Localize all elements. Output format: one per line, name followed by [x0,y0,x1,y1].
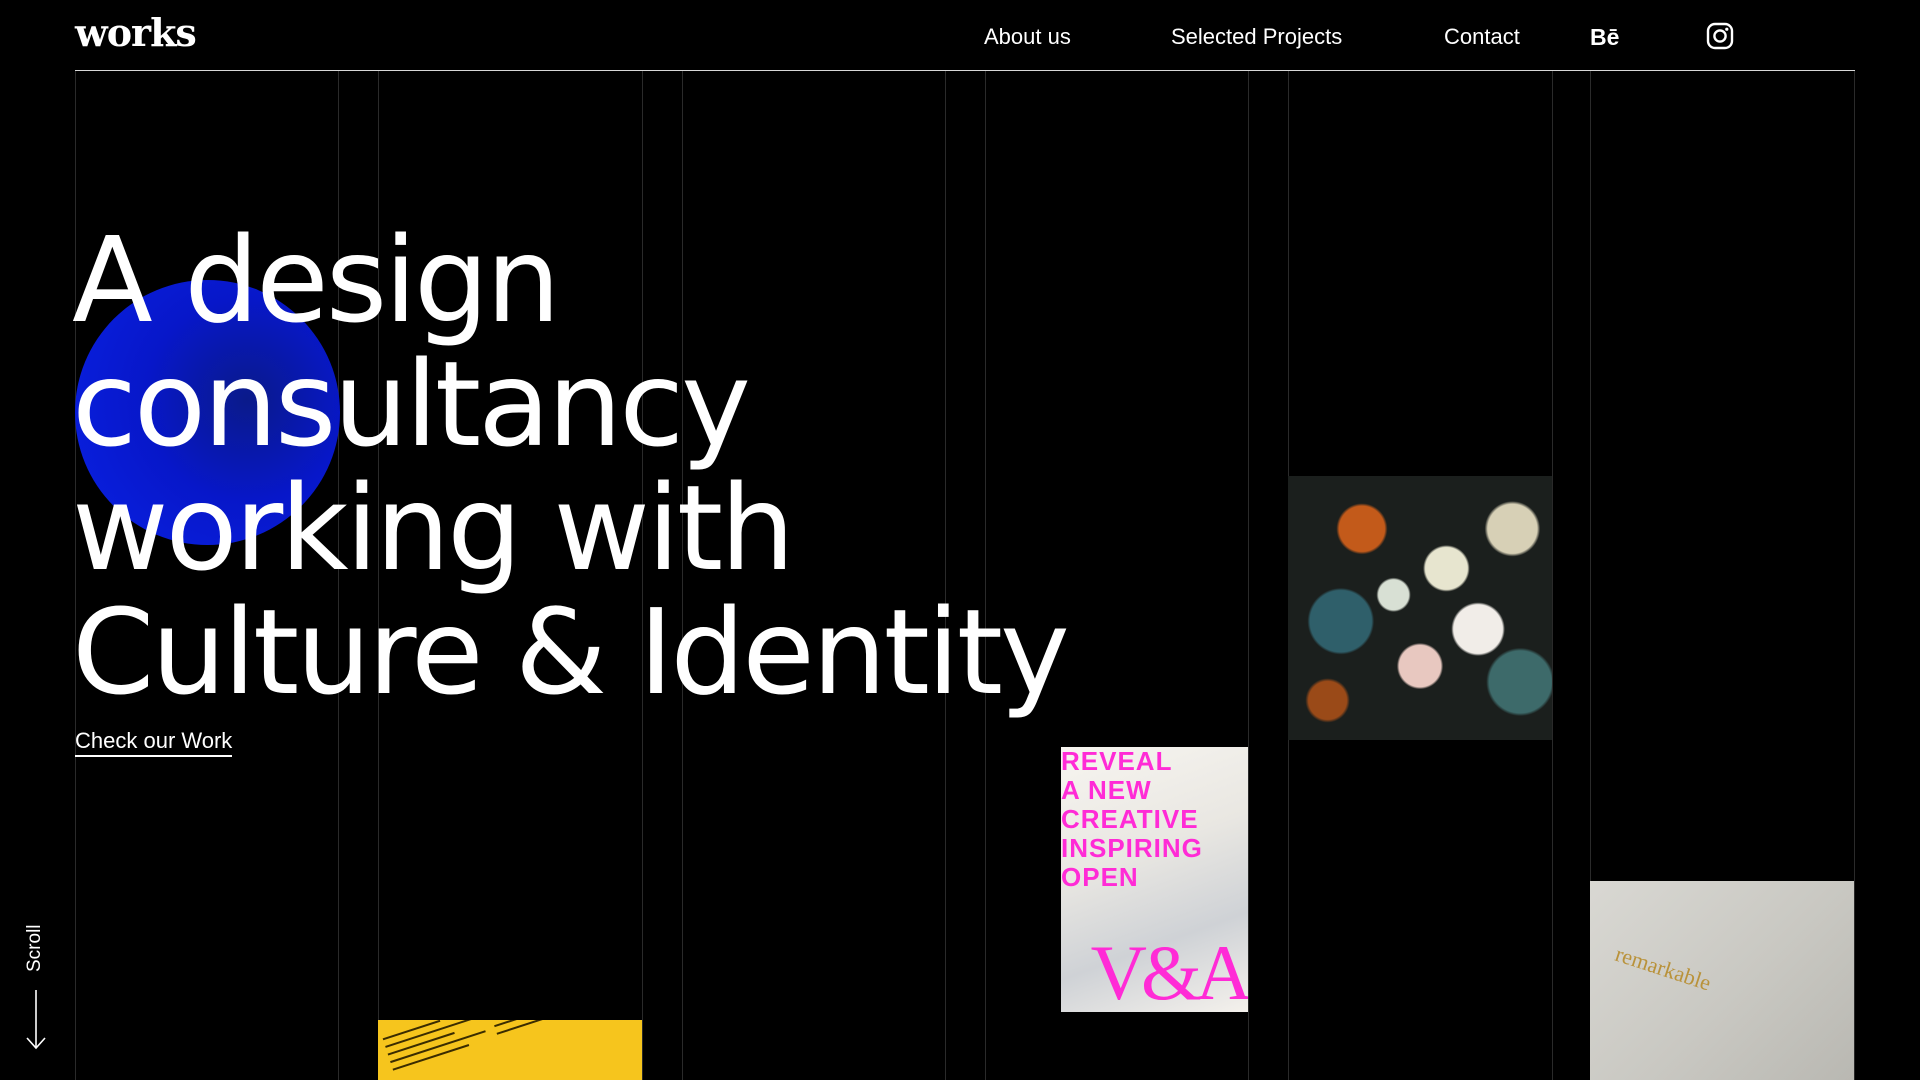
va-poster-line: INSPIRING [1061,833,1203,863]
project-thumbnail-va[interactable]: REVEAL A NEW CREATIVE INSPIRING OPEN V&A [1061,747,1248,1012]
grid-line [1854,71,1855,1080]
instagram-icon[interactable] [1706,22,1734,50]
behance-icon[interactable]: Bē [1590,24,1619,51]
headline-line: consultancy [72,335,751,473]
headline-line: Culture & Identity [72,583,1070,721]
va-poster-line: CREATIVE [1061,804,1199,834]
grid-line [1552,71,1553,1080]
va-poster-line: A NEW [1061,775,1152,805]
remark-emboss-text: remarkable [1612,941,1715,996]
nav-contact[interactable]: Contact [1444,24,1520,50]
project-thumbnail-yellow[interactable] [378,1020,642,1080]
project-thumbnail-remark[interactable]: remarkable [1590,881,1854,1080]
page: works About us Selected Projects Contact… [0,0,1920,1080]
site-header: works [75,0,1855,71]
headline-line: A design [72,211,561,349]
arrow-down-icon[interactable] [25,990,47,1050]
va-poster-line: OPEN [1061,862,1139,892]
yellow-print-texture [382,1020,579,1071]
project-thumbnail-flowers[interactable] [1288,476,1552,740]
va-poster-line: REVEAL [1061,747,1173,776]
scroll-label: Scroll [24,924,45,972]
nav-about-us[interactable]: About us [984,24,1071,50]
hero-headline: A design consultancy working with Cultur… [72,211,1070,721]
grid-line [1248,71,1249,1080]
va-poster-text: REVEAL A NEW CREATIVE INSPIRING OPEN [1061,747,1248,892]
logo[interactable]: works [75,10,197,55]
check-our-work-link[interactable]: Check our Work [75,728,233,757]
va-logo: V&A [1090,929,1248,1012]
headline-line: working with [72,459,795,597]
nav-selected-projects[interactable]: Selected Projects [1171,24,1342,50]
